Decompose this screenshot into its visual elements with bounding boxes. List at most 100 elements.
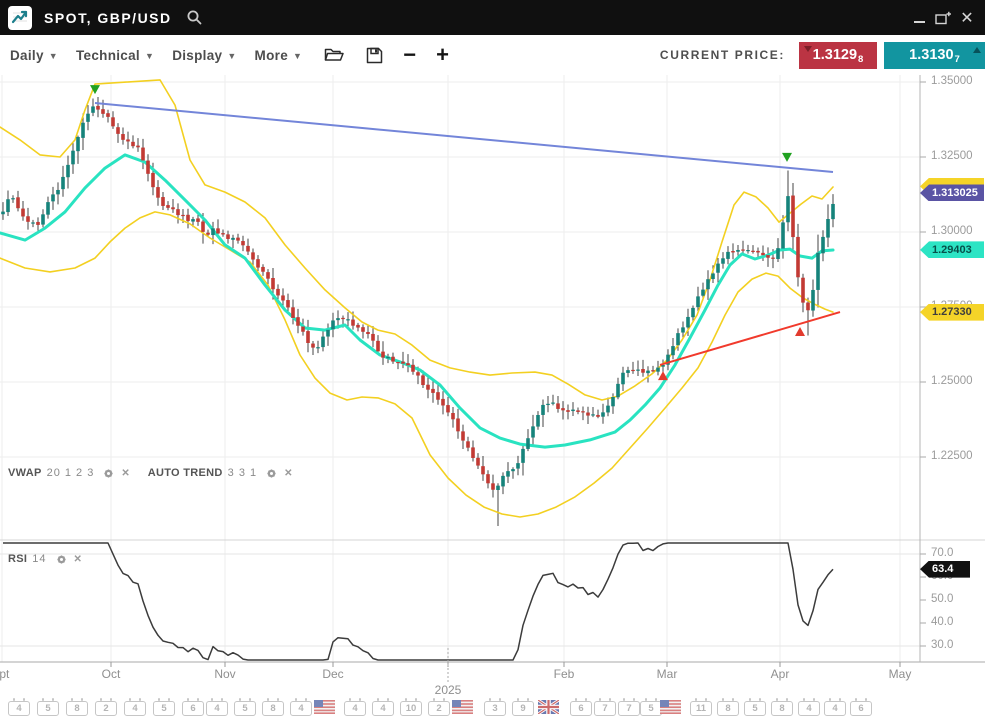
candle (211, 228, 215, 235)
candlestick-chart[interactable] (0, 0, 985, 720)
remove-overlay-icon[interactable]: ✕ (284, 468, 292, 479)
candle (71, 151, 75, 165)
candle (536, 415, 540, 427)
candle (586, 413, 590, 416)
price-badge: 1.29403 (920, 241, 984, 258)
candle (756, 251, 760, 253)
economic-event-strip: 458245645844410239677511858446 (0, 699, 985, 719)
calendar-event-icon[interactable]: 5 (153, 701, 175, 716)
calendar-event-icon[interactable]: 6 (182, 701, 204, 716)
candle (201, 222, 205, 232)
candle (466, 441, 470, 447)
candle (246, 246, 250, 252)
candle (651, 370, 655, 371)
candle (676, 333, 680, 345)
calendar-event-icon[interactable]: 4 (344, 701, 366, 716)
us-flag-icon[interactable] (452, 700, 473, 719)
candle (576, 410, 580, 412)
remove-indicator-icon[interactable]: ✕ (74, 554, 82, 565)
save-icon[interactable] (366, 47, 383, 64)
candle (311, 344, 315, 348)
candle (501, 476, 505, 487)
menu-display[interactable]: Display ▼ (172, 48, 236, 63)
minimize-button[interactable] (907, 6, 931, 30)
candle (491, 483, 495, 489)
gear-icon[interactable] (56, 554, 67, 565)
open-folder-icon[interactable] (324, 47, 344, 63)
price-axis-label: 1.25000 (931, 375, 973, 387)
candle (521, 449, 525, 463)
calendar-event-icon[interactable]: 4 (8, 701, 30, 716)
calendar-event-icon[interactable]: 8 (66, 701, 88, 716)
search-icon[interactable] (186, 9, 203, 26)
bid-price-badge: 1.31298 (799, 42, 877, 69)
candle (791, 196, 795, 238)
calendar-event-icon[interactable]: 4 (206, 701, 228, 716)
candle (611, 397, 615, 406)
candle (631, 370, 635, 371)
candle (346, 319, 350, 320)
calendar-event-icon[interactable]: 4 (372, 701, 394, 716)
candle (261, 267, 265, 272)
candle (636, 370, 640, 371)
candle (781, 222, 785, 248)
candle (146, 161, 150, 174)
candle (231, 238, 235, 240)
calendar-event-icon[interactable]: 2 (428, 701, 450, 716)
popout-button[interactable] (931, 6, 955, 30)
window-title: SPOT, GBP/USD (44, 10, 172, 26)
candle (616, 384, 620, 397)
calendar-event-icon[interactable]: 8 (771, 701, 793, 716)
close-icon[interactable]: ✕ (955, 6, 979, 30)
calendar-event-icon[interactable]: 5 (744, 701, 766, 716)
menu-technical[interactable]: Technical ▼ (76, 48, 154, 63)
calendar-event-icon[interactable]: 4 (124, 701, 146, 716)
month-label: Dec (311, 667, 355, 681)
candle (136, 146, 140, 148)
remove-overlay-icon[interactable]: ✕ (121, 468, 129, 479)
candle (176, 209, 180, 215)
month-label: Sept (0, 667, 19, 681)
candle (506, 471, 510, 476)
candle (736, 250, 740, 252)
calendar-event-icon[interactable]: 4 (798, 701, 820, 716)
candle (621, 373, 625, 385)
candle (161, 197, 165, 206)
year-label: 2025 (426, 683, 470, 697)
candle (541, 405, 545, 415)
gear-icon[interactable] (103, 468, 114, 479)
toolbar: Daily ▼ Technical ▼ Display ▼ More ▼ − +… (0, 35, 985, 75)
calendar-event-icon[interactable]: 6 (850, 701, 872, 716)
calendar-event-icon[interactable]: 5 (37, 701, 59, 716)
calendar-event-icon[interactable]: 3 (484, 701, 506, 716)
calendar-event-icon[interactable]: 9 (512, 701, 534, 716)
zoom-in-button[interactable]: + (436, 45, 449, 65)
calendar-event-icon[interactable]: 8 (262, 701, 284, 716)
candle (251, 252, 255, 259)
calendar-event-icon[interactable]: 5 (234, 701, 256, 716)
candle (441, 399, 445, 406)
calendar-event-icon[interactable]: 4 (290, 701, 312, 716)
calendar-event-icon[interactable]: 5 (640, 701, 662, 716)
zoom-out-button[interactable]: − (403, 45, 416, 65)
calendar-event-icon[interactable]: 8 (717, 701, 739, 716)
candle (511, 469, 515, 471)
us-flag-icon[interactable] (660, 700, 681, 719)
calendar-event-icon[interactable]: 2 (95, 701, 117, 716)
up-triangle-marker (795, 327, 805, 336)
candle (151, 173, 155, 187)
calendar-event-icon[interactable]: 7 (618, 701, 640, 716)
menu-more[interactable]: More ▼ (255, 48, 303, 63)
calendar-event-icon[interactable]: 10 (400, 701, 422, 716)
calendar-event-icon[interactable]: 6 (570, 701, 592, 716)
calendar-event-icon[interactable]: 11 (690, 701, 712, 716)
us-flag-icon[interactable] (314, 700, 335, 719)
calendar-event-icon[interactable]: 7 (594, 701, 616, 716)
candle (371, 334, 375, 341)
candle (696, 296, 700, 307)
gear-icon[interactable] (266, 468, 277, 479)
uk-flag-icon[interactable] (538, 700, 559, 719)
menu-daily[interactable]: Daily ▼ (10, 48, 58, 63)
calendar-event-icon[interactable]: 4 (824, 701, 846, 716)
candle (191, 219, 195, 221)
